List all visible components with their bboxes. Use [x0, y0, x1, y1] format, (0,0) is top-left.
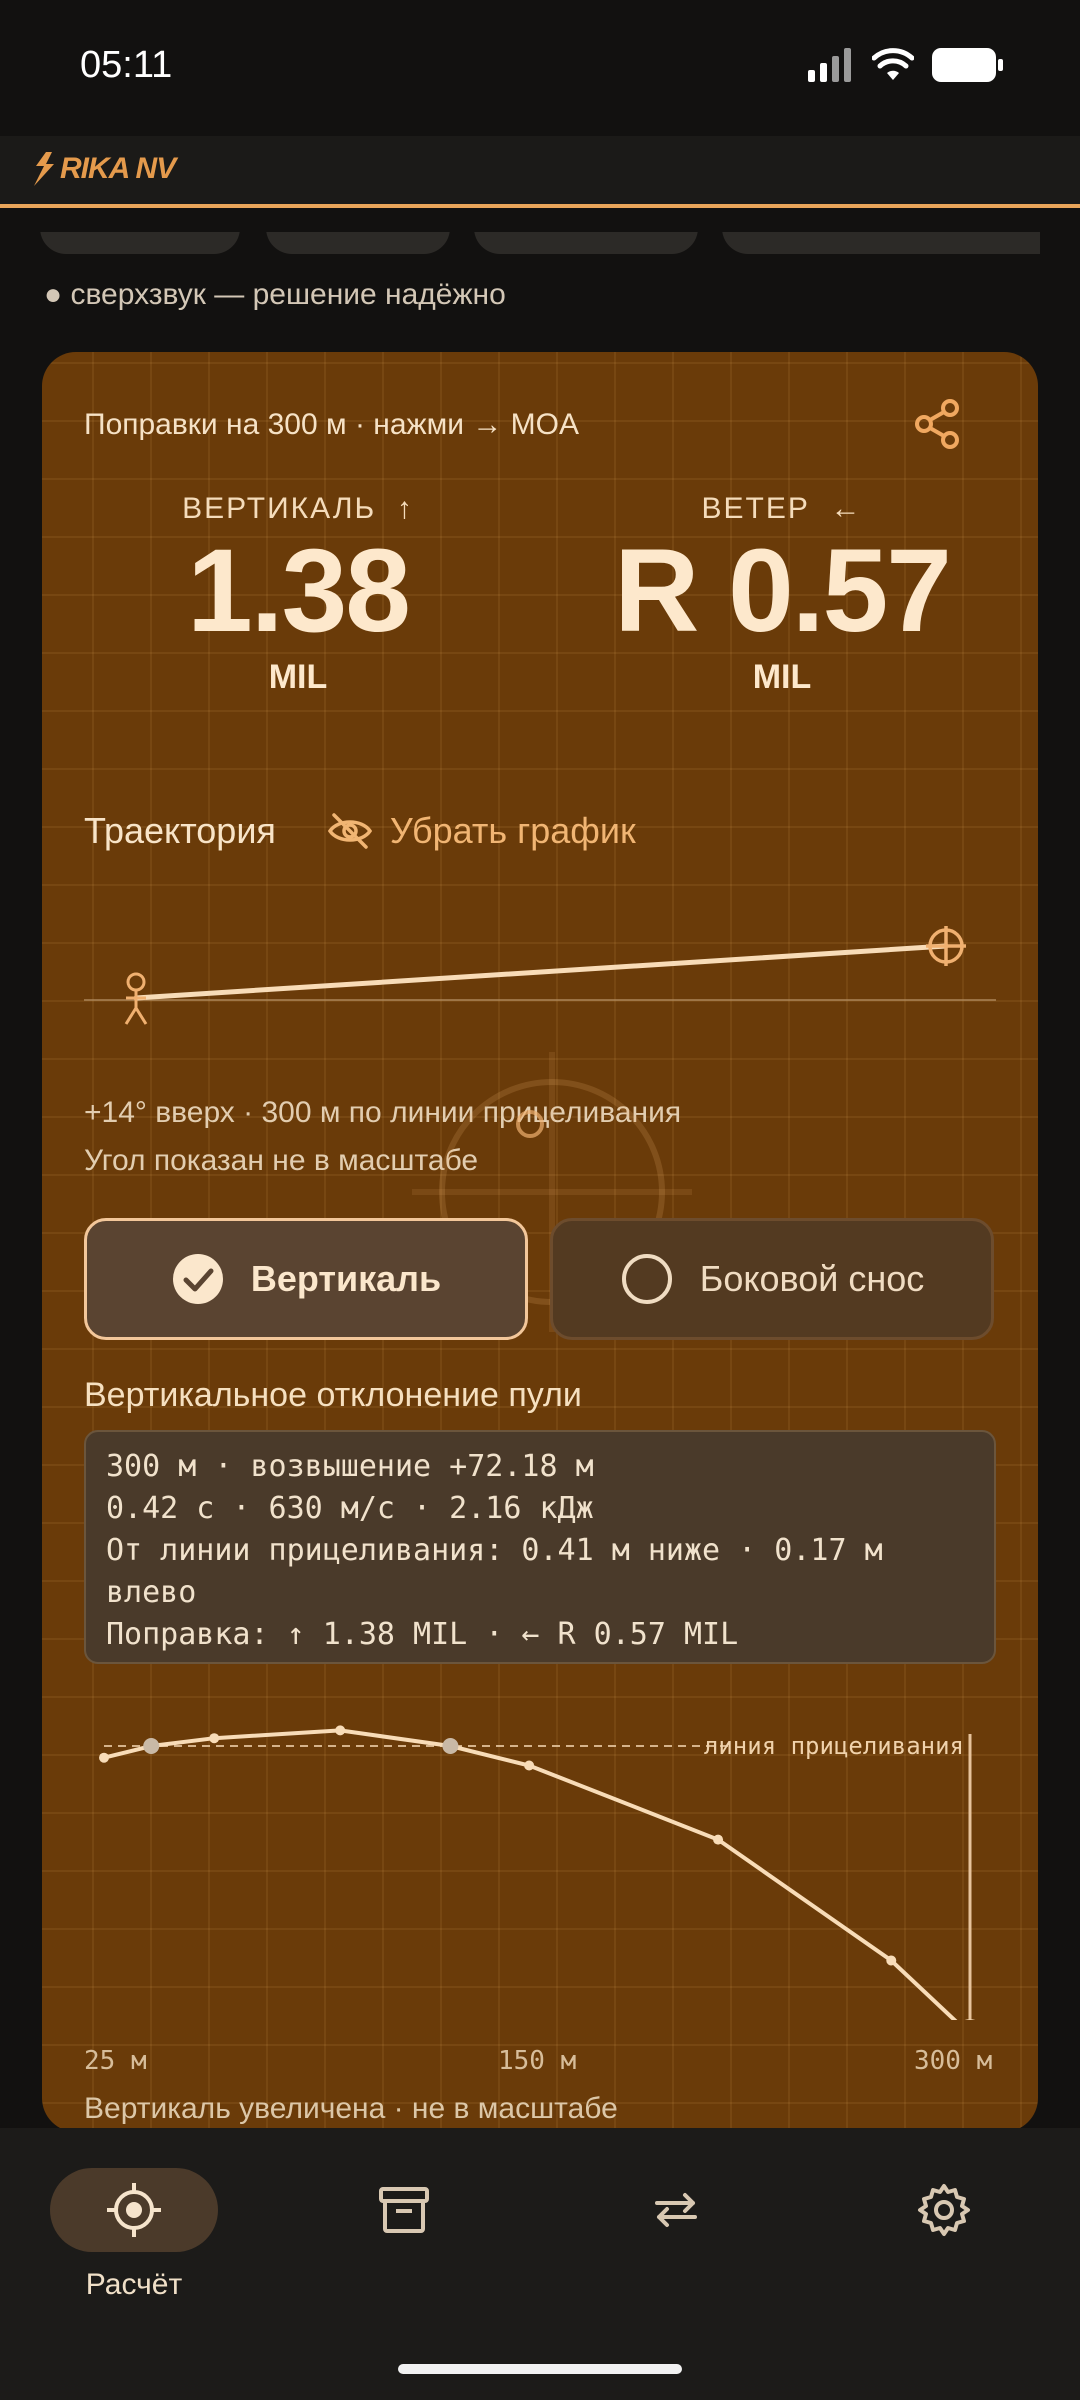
nav-pill [860, 2168, 1028, 2252]
card-title[interactable]: Поправки на 300 м · нажми → MOA [84, 408, 579, 442]
eye-off-icon [327, 813, 372, 849]
wind-value: R 0.57 [614, 525, 952, 657]
nav-pill [592, 2168, 760, 2252]
corrections-card: Поправки на 300 м · нажми → MOA ВЕРТИКАЛ… [42, 352, 1038, 2132]
app-logo: RIKA NV [32, 152, 176, 186]
solution-status: ● сверхзвук — решение надёжно [44, 278, 506, 311]
chip[interactable] [40, 232, 240, 254]
zero-marker [143, 1738, 160, 1754]
trajectory-schematic [84, 926, 996, 1025]
toggle-drift-label: Боковой снос [699, 1258, 925, 1299]
app-header: RIKA NV [0, 136, 1080, 208]
swap-icon [655, 2193, 697, 2227]
wind-correction[interactable]: ВЕТЕР ← R 0.57 MIL [582, 492, 982, 697]
data-point [335, 1725, 346, 1736]
chart-footnote: Вертикаль увеличена · не в масштабе [84, 2092, 618, 2125]
info-line: 0.42 с · 630 м/с · 2.16 кДж [106, 1491, 594, 1526]
trajectory-header: Траектория Убрать график [84, 810, 636, 852]
status-bar: 05:11 [0, 0, 1080, 136]
battery-icon [932, 48, 1003, 82]
data-point [524, 1760, 535, 1771]
chip[interactable] [474, 232, 698, 254]
logo-emblem-icon [34, 152, 54, 186]
chip[interactable] [722, 232, 1040, 254]
nav-pill [320, 2168, 488, 2252]
status-icons [808, 48, 1004, 82]
nav-item-settings[interactable] [860, 2168, 1028, 2252]
data-point [209, 1733, 220, 1744]
vertical-unit: MIL [268, 657, 328, 696]
toggle-drift[interactable]: Боковой снос [550, 1218, 994, 1340]
nav-pill [50, 2168, 218, 2252]
status-time: 05:11 [80, 44, 173, 86]
radio-empty-icon [621, 1254, 672, 1304]
toggle-vertical-label: Вертикаль [250, 1258, 442, 1299]
shooter-icon [124, 972, 148, 1025]
arrow-up-icon: ↑ [396, 492, 414, 525]
home-indicator[interactable] [398, 2364, 682, 2374]
x-tick-end: 300 м [914, 2046, 993, 2076]
filter-chips [40, 232, 1040, 254]
info-line: От линии прицеливания: 0.41 м ниже · 0.1… [106, 1533, 883, 1568]
sight-line-label: линия прицеливания [704, 1732, 964, 1760]
x-tick-mid: 150 м [498, 2046, 577, 2076]
nav-item-compare[interactable] [592, 2168, 760, 2252]
zero-marker [442, 1738, 459, 1754]
wifi-icon [872, 48, 914, 80]
vertical-value: 1.38 [187, 525, 411, 657]
hide-chart-label: Убрать график [389, 810, 636, 851]
target-icon [926, 926, 966, 966]
logo-text: RIKA NV [60, 152, 176, 185]
info-line: влево [106, 1575, 197, 1610]
chip[interactable] [266, 232, 450, 254]
drop-chart[interactable]: линия прицеливания [84, 1700, 996, 2020]
gear-icon [918, 2184, 970, 2236]
data-point [886, 1955, 897, 1966]
arrow-left-icon: ← [830, 492, 863, 525]
info-line: Поправка: ↑ 1.38 MIL · ← R 0.57 MIL [106, 1617, 739, 1652]
archive-icon [379, 2187, 429, 2233]
crosshair-icon [107, 2183, 161, 2237]
nav-label-calc: Расчёт [85, 2268, 183, 2301]
point-info-box: 300 м · возвышение +72.18 м 0.42 с · 630… [84, 1430, 996, 1664]
trajectory-title: Траектория [84, 810, 276, 851]
nav-item-calc[interactable]: Расчёт [50, 2168, 218, 2302]
bottom-nav: Расчёт [0, 2128, 1080, 2400]
drop-series [99, 1725, 976, 2020]
hide-chart-button[interactable]: Убрать график [327, 810, 636, 852]
vertical-correction[interactable]: ВЕРТИКАЛЬ ↑ 1.38 MIL [98, 492, 498, 697]
signal-icon [808, 48, 851, 82]
deviation-title: Вертикальное отклонение пули [84, 1376, 582, 1414]
x-tick-start: 25 м [84, 2046, 147, 2076]
data-point [713, 1834, 724, 1845]
share-icon[interactable] [910, 396, 966, 452]
trajectory-line [133, 943, 949, 1001]
drop-curve [103, 1728, 958, 2020]
vertical-label: ВЕРТИКАЛЬ ↑ [182, 492, 414, 525]
check-circle-icon [172, 1254, 223, 1304]
toggle-vertical[interactable]: Вертикаль [84, 1218, 528, 1340]
data-point [99, 1752, 109, 1763]
info-line: 300 м · возвышение +72.18 м [106, 1449, 594, 1484]
wind-label: ВЕТЕР ← [701, 492, 863, 525]
wind-unit: MIL [752, 657, 812, 696]
nav-item-archive[interactable] [320, 2168, 488, 2252]
